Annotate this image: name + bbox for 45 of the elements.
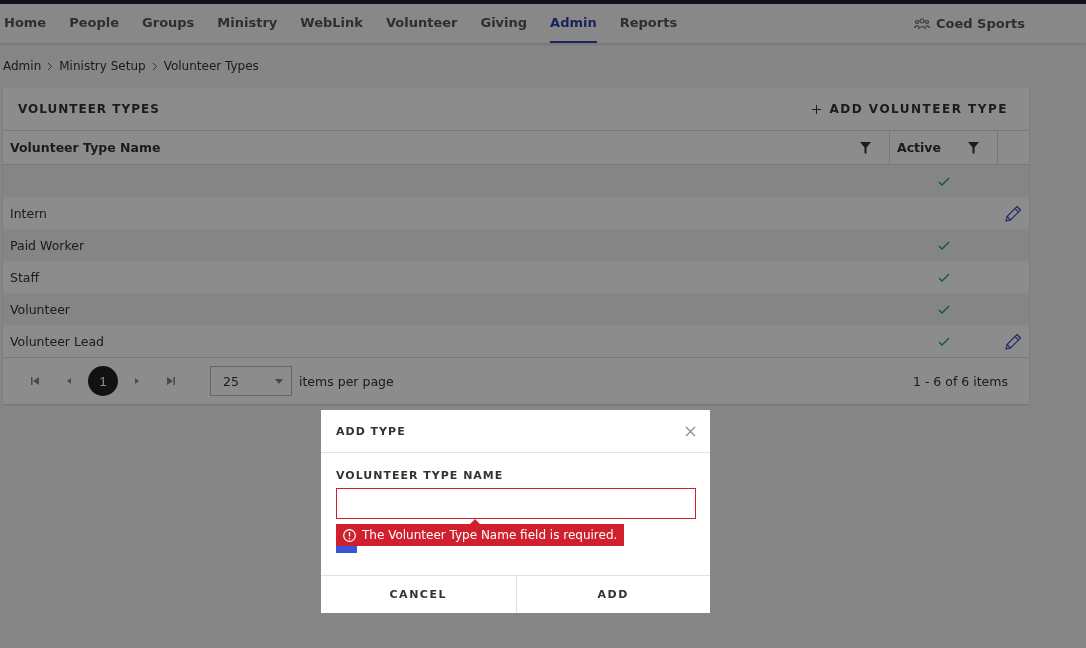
card-title: VOLUNTEER TYPES — [18, 102, 160, 116]
breadcrumb-link[interactable]: Volunteer Types — [163, 59, 259, 73]
filter-icon[interactable] — [968, 141, 979, 154]
nav-tab[interactable]: Ministry — [217, 4, 278, 43]
pencil-icon[interactable] — [1005, 204, 1022, 222]
filter-icon[interactable] — [860, 141, 871, 154]
nav-tab[interactable]: Home — [4, 4, 47, 43]
account-link[interactable]: Coed Sports — [913, 4, 1025, 43]
first-page-icon — [31, 377, 39, 385]
last-page-icon — [167, 377, 175, 385]
column-header[interactable]: Active — [897, 140, 941, 155]
pager-summary: 1 - 6 of 6 items — [912, 373, 1008, 389]
nav-tab[interactable]: Volunteer — [385, 4, 458, 43]
breadcrumb-link[interactable]: Admin — [3, 59, 42, 73]
column-header[interactable]: Volunteer Type Name — [10, 140, 161, 155]
close-button[interactable] — [685, 425, 696, 437]
dropdown-icon — [275, 377, 283, 385]
pencil-icon[interactable] — [1005, 332, 1022, 350]
dialog-title: ADD TYPE — [336, 424, 406, 438]
page-size-label: items per page — [299, 373, 394, 389]
nav-tab[interactable]: People — [69, 4, 120, 43]
breadcrumb-link[interactable]: Ministry Setup — [59, 59, 146, 73]
nav-tab[interactable]: Admin — [550, 4, 597, 43]
input-field[interactable] — [336, 488, 696, 519]
table-cell: Paid Worker — [10, 237, 85, 253]
page-button[interactable]: 1 — [88, 366, 118, 396]
nav-tab[interactable]: WebLink — [300, 4, 363, 43]
people-icon — [913, 17, 930, 30]
chevron-icon — [151, 61, 158, 71]
table-cell: Staff — [10, 269, 40, 285]
nav-tab[interactable]: Reports — [619, 4, 678, 43]
table-cell: Volunteer Lead — [10, 333, 104, 349]
table-cell: Volunteer — [10, 301, 70, 317]
nav-tab[interactable]: Groups — [142, 4, 195, 43]
page-size-select[interactable]: 25 — [210, 366, 292, 396]
field-label: VOLUNTEER TYPE NAME — [336, 469, 505, 482]
add-button[interactable]: ADD VOLUNTEER TYPE — [806, 101, 1014, 117]
nav-tab[interactable]: Giving — [480, 4, 528, 43]
plus-icon — [812, 104, 822, 114]
next-icon — [133, 377, 141, 385]
error-message: The Volunteer Type Name field is required. — [362, 528, 618, 542]
alert-icon — [343, 528, 356, 542]
table-cell: Intern — [10, 205, 48, 221]
chevron-icon — [47, 61, 54, 71]
previous-icon — [65, 377, 73, 385]
